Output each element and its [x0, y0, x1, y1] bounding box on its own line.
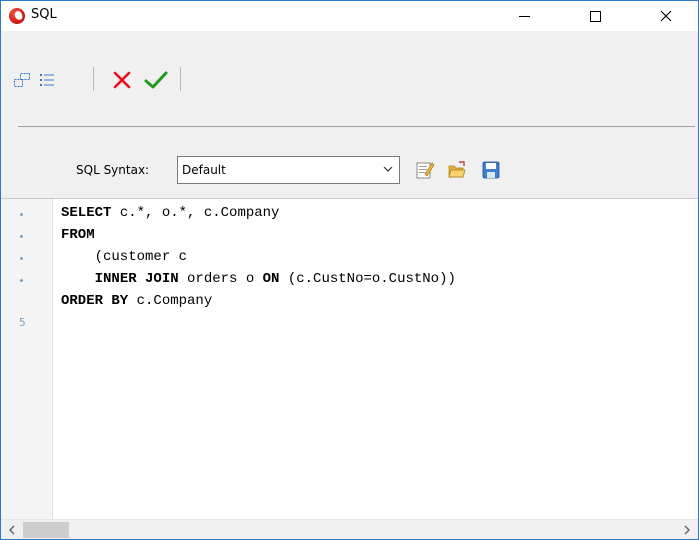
open-folder-icon[interactable] [447, 160, 467, 180]
line-gutter: 5 [1, 199, 53, 520]
edit-syntax-icon[interactable] [415, 160, 435, 180]
sql-syntax-select[interactable]: Default [177, 156, 400, 184]
sql-editor[interactable]: 5 SELECT c.*, o.*, c.Company FROM (custom… [1, 198, 698, 520]
sql-code: SELECT c.*, o.*, c.Company FROM (customer… [61, 202, 456, 312]
scroll-thumb[interactable] [23, 522, 69, 538]
toolbar-separator [93, 67, 94, 91]
title-bar[interactable]: SQL [1, 1, 698, 31]
sql-window: SQL SQL Syntax: Default 5 SELECT c.*, o.… [0, 0, 699, 540]
sql-keyword: INNER JOIN [94, 271, 179, 287]
code-line: ORDER BY c.Company [61, 290, 456, 312]
scroll-right-button[interactable] [679, 522, 695, 538]
sql-keyword: ON [262, 271, 280, 287]
sql-text: c.Company [128, 293, 213, 309]
save-icon[interactable] [481, 160, 501, 180]
horizontal-scrollbar[interactable] [1, 519, 698, 539]
close-button[interactable] [643, 1, 689, 31]
code-line: INNER JOIN orders o ON (c.CustNo=o.CustN… [61, 268, 456, 290]
close-icon [660, 10, 672, 22]
maximize-button[interactable] [572, 1, 618, 31]
sql-syntax-value: Default [182, 163, 226, 177]
window-title: SQL [31, 7, 57, 22]
restore-layout-icon[interactable] [13, 72, 31, 88]
code-line: (customer c [61, 246, 456, 268]
sql-keyword: FROM [61, 227, 95, 243]
sql-keyword: SELECT [61, 205, 112, 221]
chevron-down-icon [383, 166, 393, 172]
ok-icon[interactable] [144, 70, 168, 90]
minimize-button[interactable] [501, 1, 547, 31]
scroll-left-button[interactable] [4, 522, 20, 538]
sql-text: orders o [178, 271, 263, 287]
code-line: SELECT c.*, o.*, c.Company [61, 202, 456, 224]
sql-syntax-label: SQL Syntax: [76, 163, 150, 177]
toolbar-separator [180, 67, 181, 91]
app-logo-icon [9, 8, 25, 24]
sql-keyword: ORDER BY [61, 293, 129, 309]
minimize-icon [518, 15, 530, 17]
list-icon[interactable] [38, 72, 56, 88]
sql-text: (c.CustNo=o.CustNo)) [279, 271, 456, 287]
chevron-left-icon [9, 525, 15, 535]
sql-text: c.*, o.*, c.Company [111, 205, 280, 221]
code-line: FROM [61, 224, 456, 246]
maximize-icon [589, 10, 601, 22]
toolbar-divider [18, 126, 695, 127]
cancel-icon[interactable] [112, 70, 132, 90]
sql-text: (customer c [61, 249, 188, 265]
chevron-right-icon [684, 525, 690, 535]
